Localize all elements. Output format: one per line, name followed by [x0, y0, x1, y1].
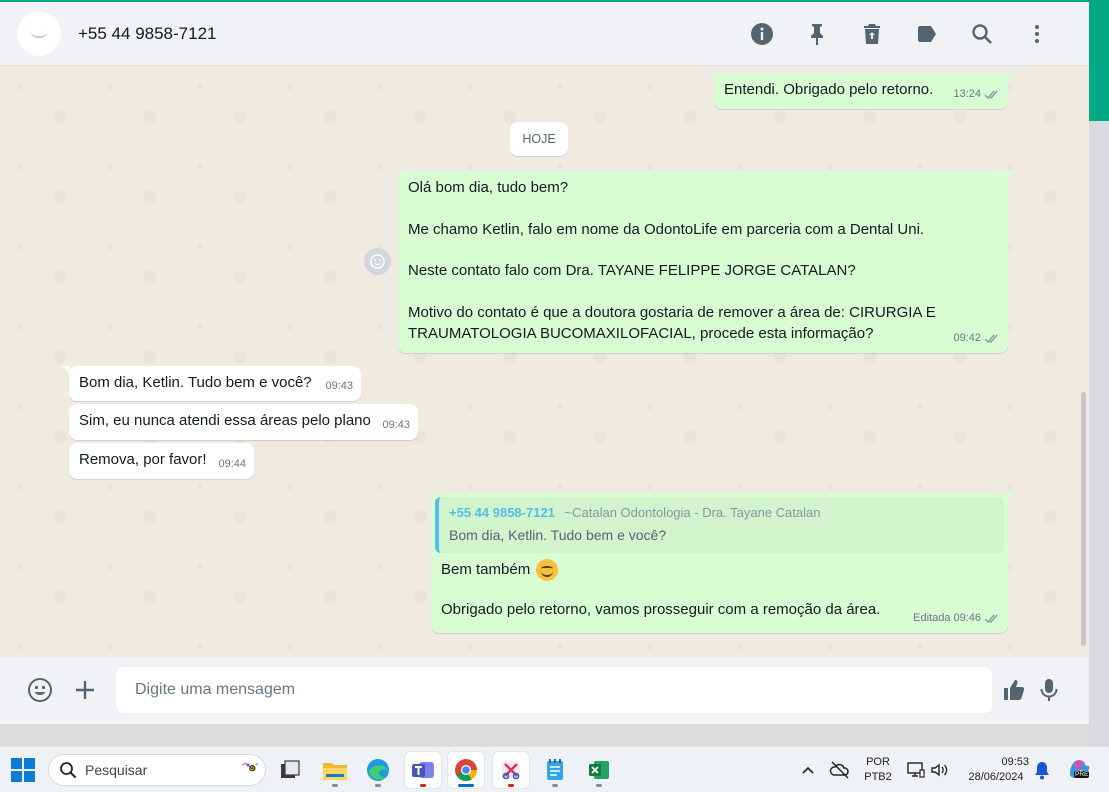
message-incoming[interactable]: Remova, por favor! 09:44: [69, 443, 254, 479]
smiling-face-emoji-icon: [536, 559, 559, 582]
chrome-browser-icon[interactable]: [448, 752, 484, 788]
message-time: 09:46: [953, 612, 981, 624]
message-meta: Editada 09:46: [913, 608, 1000, 629]
scrollbar-thumb[interactable]: [1081, 392, 1086, 646]
message-text: Remova, por favor!: [79, 451, 207, 468]
contact-avatar[interactable]: [17, 11, 61, 56]
label-icon[interactable]: [899, 14, 954, 54]
message-outgoing[interactable]: Entendi. Obrigado pelo retorno. 13:24: [714, 73, 1015, 109]
double-check-icon: [984, 614, 998, 624]
notepad-icon[interactable]: [537, 752, 573, 788]
quote-header: +55 44 9858-7121 ~Catalan Odontologia - …: [449, 502, 994, 523]
message-text: Bom dia, Ketlin. Tudo bem e você?: [79, 374, 312, 391]
clock-date: 28/06/2024: [968, 771, 1024, 783]
message-incoming[interactable]: Sim, eu nunca atendi essa áreas pelo pla…: [69, 404, 418, 440]
double-check-icon: [984, 90, 998, 100]
quote-sender-number: +55 44 9858-7121: [449, 505, 555, 520]
input-language-code: POR: [866, 756, 890, 768]
taskview-icon[interactable]: [272, 752, 308, 788]
running-indicator: [508, 784, 514, 787]
chevron-up-icon[interactable]: [800, 762, 816, 778]
microphone-icon[interactable]: [1031, 672, 1067, 708]
running-indicator: [420, 784, 426, 787]
message-time: 09:43: [382, 419, 410, 431]
date-divider: HOJE: [510, 122, 568, 156]
quoted-message[interactable]: +55 44 9858-7121 ~Catalan Odontologia - …: [435, 497, 1004, 553]
message-text: Bem também: [441, 561, 531, 578]
header-actions: [734, 2, 1064, 66]
snipping-tool-icon[interactable]: [493, 752, 529, 788]
search-icon: [60, 762, 77, 779]
windows-start-icon[interactable]: [11, 758, 35, 782]
message-meta: 09:42: [953, 328, 1000, 349]
running-indicator: [375, 784, 381, 787]
message-outgoing-reply[interactable]: +55 44 9858-7121 ~Catalan Odontologia - …: [431, 493, 1015, 633]
message-paragraph: Neste contato falo com Dra. TAYANE FELIP…: [408, 262, 856, 279]
thumbs-up-icon[interactable]: [996, 672, 1032, 708]
pin-icon[interactable]: [789, 14, 844, 54]
copilot-icon[interactable]: PRE: [1066, 756, 1092, 782]
double-check-icon: [984, 334, 998, 344]
edited-label: Editada: [913, 612, 951, 624]
avatar-logo-icon: [30, 30, 48, 38]
chat-scrollbar[interactable]: [1080, 70, 1088, 654]
taskbar-search-label: Pesquisar: [85, 762, 148, 778]
input-keyboard-layout: PTB2: [864, 771, 892, 783]
running-indicator: [458, 784, 474, 787]
message-paragraph: Olá bom dia, tudo bem?: [408, 179, 569, 196]
quote-sender-alias: ~Catalan Odontologia - Dra. Tayane Catal…: [564, 505, 821, 520]
copilot-badge: PRE: [1074, 771, 1090, 778]
message-meta: 09:43: [382, 415, 410, 436]
running-indicator: [596, 784, 602, 787]
message-paragraph: Me chamo Ketlin, falo em nome da OdontoL…: [408, 221, 925, 238]
message-text: Entendi. Obrigado pelo retorno.: [724, 81, 934, 98]
network-icon[interactable]: [906, 760, 926, 780]
info-icon[interactable]: [734, 14, 789, 54]
message-list[interactable]: Entendi. Obrigado pelo retorno. 13:24 HO…: [0, 67, 1089, 657]
message-input[interactable]: [116, 667, 992, 713]
message-meta: 09:43: [325, 376, 353, 397]
chat-header: +55 44 9858-7121: [0, 2, 1089, 66]
window-side-gutter: [1089, 121, 1109, 746]
message-text: Sim, eu nunca atendi essa áreas pelo pla…: [79, 412, 371, 429]
message-time: 09:43: [325, 380, 353, 392]
whatsapp-window: +55 44 9858-7121 Entendi. Obrigado pelo …: [0, 0, 1089, 724]
taskbar-search[interactable]: Pesquisar: [48, 754, 266, 786]
message-incoming[interactable]: Bom dia, Ketlin. Tudo bem e você? 09:43: [62, 366, 361, 401]
message-paragraph: Motivo do contato é que a doutora gostar…: [408, 304, 936, 342]
clock[interactable]: 09:53 28/06/2024: [960, 755, 1032, 785]
volume-icon[interactable]: [929, 760, 949, 780]
notification-bell-icon[interactable]: [1033, 760, 1051, 780]
menu-icon[interactable]: [1009, 14, 1064, 54]
clock-time: 09:53: [1001, 756, 1029, 768]
plus-icon[interactable]: [67, 672, 103, 708]
message-time: 09:44: [218, 458, 246, 470]
contact-name[interactable]: +55 44 9858-7121: [78, 24, 217, 44]
message-meta: 13:24: [953, 84, 1000, 105]
running-indicator: [552, 784, 558, 787]
message-time: 13:24: [953, 88, 981, 100]
input-language[interactable]: POR PTB2: [861, 755, 895, 785]
message-outgoing[interactable]: Olá bom dia, tudo bem? Me chamo Ketlin, …: [398, 171, 1015, 353]
quote-text: Bom dia, Ketlin. Tudo bem e você?: [449, 527, 667, 543]
emoji-icon[interactable]: [22, 672, 58, 708]
running-indicator: [332, 784, 338, 787]
emoji-react-icon[interactable]: [364, 248, 391, 275]
window-side-accent: [1089, 0, 1109, 121]
message-meta: 09:44: [218, 454, 246, 475]
message-time: 09:42: [953, 332, 981, 344]
search-icon[interactable]: [954, 14, 1009, 54]
file-explorer-icon[interactable]: [317, 752, 353, 788]
cloud-offline-icon[interactable]: [829, 759, 851, 781]
edge-browser-icon[interactable]: [360, 752, 396, 788]
search-highlight-icon: [242, 763, 258, 772]
excel-icon[interactable]: [581, 752, 617, 788]
delete-icon[interactable]: [844, 14, 899, 54]
compose-bar: [0, 657, 1089, 724]
teams-icon[interactable]: [405, 752, 441, 788]
windows-taskbar: Pesquisar POR PTB2 09:53 28/06/2024 PRE: [0, 746, 1109, 792]
